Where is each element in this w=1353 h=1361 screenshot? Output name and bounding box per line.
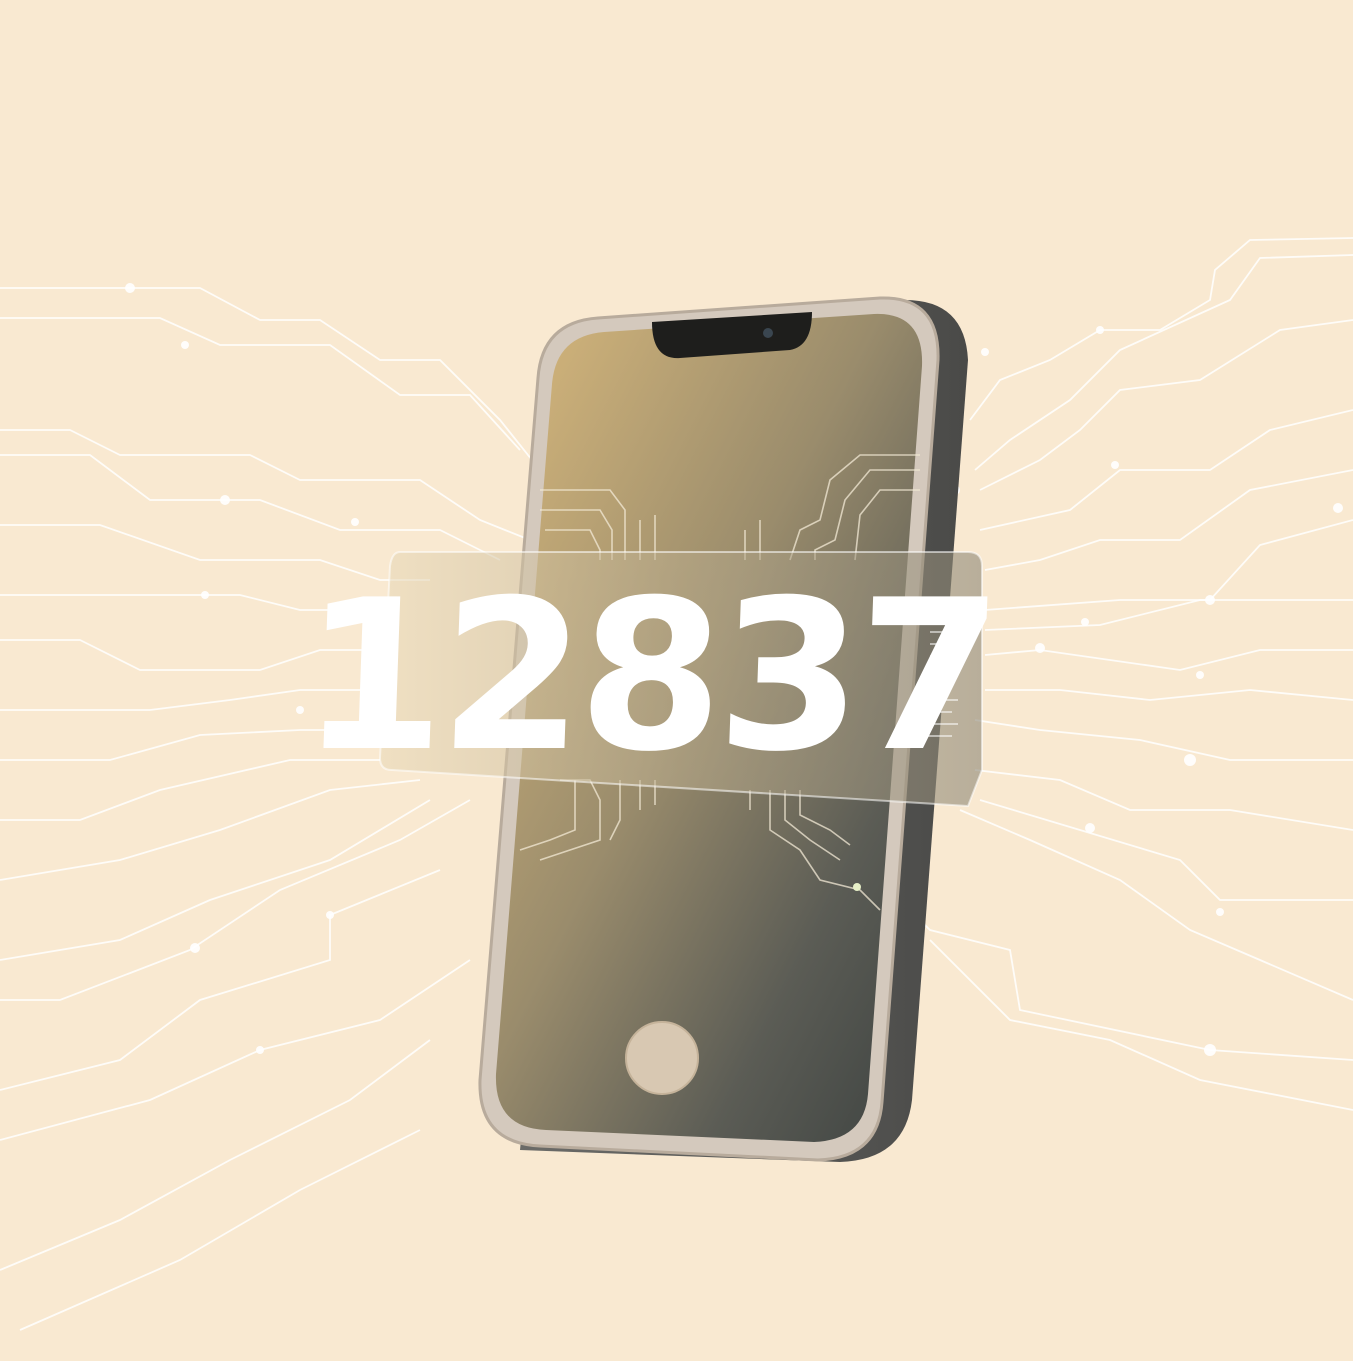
home-button-icon [625,1021,699,1095]
front-camera-icon [763,328,773,338]
verification-code: 12837 [297,556,999,798]
screen-circuit-node [853,883,861,891]
phone-code-illustration: 12837 [0,0,1353,1356]
illustration-scene: 12837 [0,0,1353,1356]
